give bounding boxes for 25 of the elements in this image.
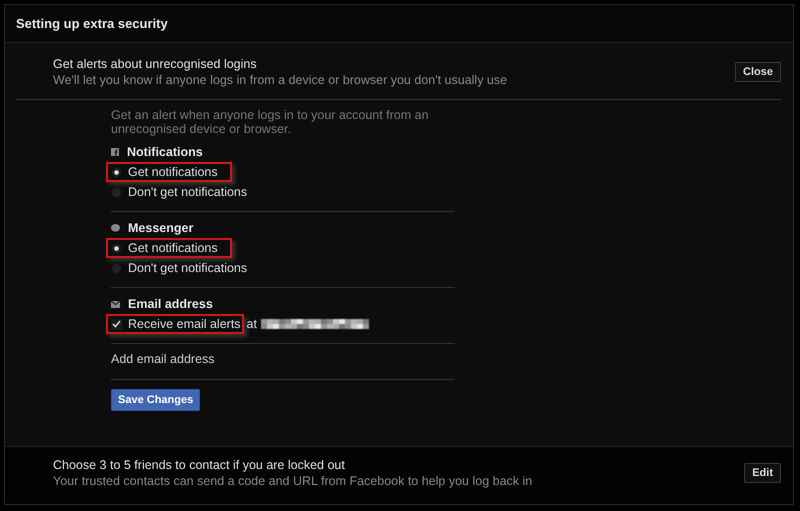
checkbox[interactable] <box>111 318 122 330</box>
section-subtitle: Your trusted contacts can send a code and URL from Facebook to help you log back in <box>53 474 532 488</box>
group-title: Notifications <box>127 145 203 159</box>
option-label[interactable]: Don't get notifications <box>106 182 262 202</box>
add-email-link[interactable]: Add email address <box>111 344 455 375</box>
facebook-icon <box>111 148 119 156</box>
window-title: Setting up extra security <box>16 16 168 31</box>
option-label[interactable]: Receive email alerts <box>106 314 244 334</box>
section-subtitle: We'll let you know if anyone logs in from a device or browser you don't usually use <box>53 73 508 87</box>
option-label[interactable]: Don't get notifications <box>106 258 262 278</box>
option-label[interactable]: Get notifications <box>106 162 232 182</box>
section-title: Choose 3 to 5 friends to contact if you are locked out <box>53 458 346 472</box>
save-changes-button[interactable]: Save Changes <box>111 389 200 411</box>
option-suffix: at <box>246 317 257 331</box>
chat-bubble-icon <box>111 224 120 232</box>
intro-text: Get an alert when anyone logs in to your account from an unrecognised device or browser. <box>111 108 430 136</box>
group-title: Messenger <box>128 221 194 235</box>
group-title: Email address <box>128 297 213 311</box>
edit-button[interactable]: Edit <box>744 462 781 482</box>
option-label[interactable]: Get notifications <box>106 238 232 258</box>
section-title: Get alerts about unrecognised logins <box>53 57 258 71</box>
close-button[interactable]: Close <box>735 62 781 82</box>
radio-button[interactable] <box>111 166 122 178</box>
radio-button[interactable] <box>111 242 122 254</box>
envelope-icon <box>111 300 120 308</box>
